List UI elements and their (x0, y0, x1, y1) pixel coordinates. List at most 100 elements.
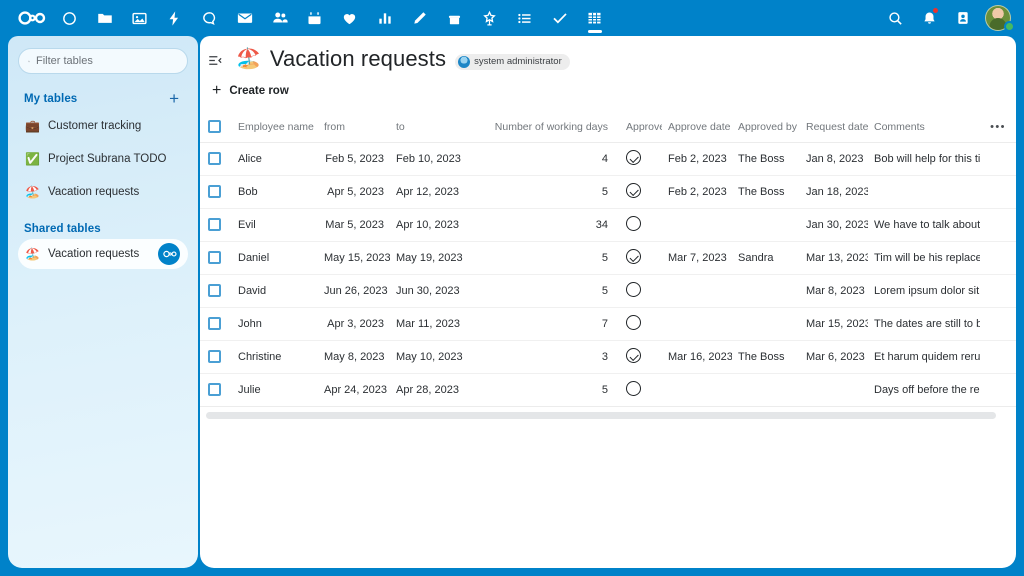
cell-from[interactable]: May 8, 2023 (318, 340, 390, 373)
approved-check-icon[interactable] (626, 348, 641, 363)
cell-from[interactable]: Apr 5, 2023 (318, 175, 390, 208)
cell-employee-name[interactable]: Christine (232, 340, 318, 373)
cell-approved-toggle[interactable] (614, 274, 662, 307)
cell-employee-name[interactable]: David (232, 274, 318, 307)
column-header-employee-name[interactable]: Employee name (232, 112, 318, 142)
cell-employee-name[interactable]: Bob (232, 175, 318, 208)
table-options-menu[interactable]: ••• (980, 112, 1016, 142)
cell-employee-name[interactable]: Daniel (232, 241, 318, 274)
app-tables[interactable] (577, 0, 612, 36)
create-table-button[interactable]: + (166, 90, 182, 107)
sidebar-item-project-subrana-todo[interactable]: ✅ Project Subrana TODO (18, 144, 188, 174)
app-analytics[interactable] (367, 0, 402, 36)
cell-approve-date[interactable] (662, 274, 732, 307)
cell-from[interactable]: Apr 24, 2023 (318, 373, 390, 406)
cell-from[interactable]: May 15, 2023 (318, 241, 390, 274)
select-all-checkbox[interactable] (208, 120, 221, 133)
cell-approve-date[interactable] (662, 373, 732, 406)
cell-working-days[interactable]: 5 (464, 175, 614, 208)
app-mail[interactable] (227, 0, 262, 36)
approved-empty-icon[interactable] (626, 381, 641, 396)
cell-approved-by[interactable] (732, 208, 800, 241)
cell-request-date[interactable] (800, 373, 868, 406)
column-header-request-date[interactable]: Request date (800, 112, 868, 142)
app-health[interactable] (332, 0, 367, 36)
cell-approved-toggle[interactable] (614, 307, 662, 340)
row-checkbox[interactable] (208, 218, 221, 231)
cell-to[interactable]: May 19, 2023 (390, 241, 464, 274)
cell-comments[interactable]: Tim will be his replacement (868, 241, 980, 274)
user-avatar[interactable] (982, 0, 1014, 36)
cell-approved-by[interactable]: The Boss (732, 175, 800, 208)
row-checkbox[interactable] (208, 152, 221, 165)
cell-comments[interactable]: We have to talk about that. (868, 208, 980, 241)
table-row[interactable]: AliceFeb 5, 2023Feb 10, 20234Feb 2, 2023… (200, 142, 1016, 175)
notifications-bell-icon[interactable] (912, 0, 946, 36)
row-select-checkbox[interactable] (200, 307, 232, 340)
cell-approved-toggle[interactable] (614, 340, 662, 373)
table-row[interactable]: JohnApr 3, 2023Mar 11, 20237Mar 15, 2023… (200, 307, 1016, 340)
cell-approve-date[interactable] (662, 208, 732, 241)
cell-to[interactable]: Apr 12, 2023 (390, 175, 464, 208)
cell-comments[interactable]: Days off before the release event (868, 373, 980, 406)
horizontal-scrollbar[interactable] (206, 412, 996, 419)
row-select-checkbox[interactable] (200, 208, 232, 241)
approved-check-icon[interactable] (626, 249, 641, 264)
table-row[interactable]: DanielMay 15, 2023May 19, 20235Mar 7, 20… (200, 241, 1016, 274)
approved-empty-icon[interactable] (626, 282, 641, 297)
cell-approved-by[interactable] (732, 373, 800, 406)
cell-working-days[interactable]: 7 (464, 307, 614, 340)
column-header-approve-date[interactable]: Approve date (662, 112, 732, 142)
cell-working-days[interactable]: 3 (464, 340, 614, 373)
sidebar-item-customer-tracking[interactable]: 💼 Customer tracking (18, 111, 188, 141)
cell-from[interactable]: Jun 26, 2023 (318, 274, 390, 307)
app-photos[interactable] (122, 0, 157, 36)
row-select-checkbox[interactable] (200, 373, 232, 406)
table-row[interactable]: BobApr 5, 2023Apr 12, 20235Feb 2, 2023Th… (200, 175, 1016, 208)
cell-approved-toggle[interactable] (614, 142, 662, 175)
cell-working-days[interactable]: 5 (464, 373, 614, 406)
cell-approved-toggle[interactable] (614, 241, 662, 274)
cell-employee-name[interactable]: John (232, 307, 318, 340)
cell-approved-by[interactable] (732, 307, 800, 340)
row-select-checkbox[interactable] (200, 175, 232, 208)
cell-approve-date[interactable]: Mar 16, 2023 (662, 340, 732, 373)
row-select-checkbox[interactable] (200, 274, 232, 307)
approved-check-icon[interactable] (626, 183, 641, 198)
nextcloud-logo[interactable] (10, 0, 52, 36)
cell-to[interactable]: Apr 10, 2023 (390, 208, 464, 241)
cell-request-date[interactable]: Mar 6, 2023 (800, 340, 868, 373)
cell-employee-name[interactable]: Julie (232, 373, 318, 406)
row-checkbox[interactable] (208, 350, 221, 363)
column-header-working-days[interactable]: Number of working days (464, 112, 614, 142)
table-row[interactable]: DavidJun 26, 2023Jun 30, 20235Mar 8, 202… (200, 274, 1016, 307)
row-checkbox[interactable] (208, 383, 221, 396)
app-cookbook[interactable] (437, 0, 472, 36)
create-row-button[interactable]: + Create row (212, 83, 289, 99)
row-checkbox[interactable] (208, 251, 221, 264)
cell-to[interactable]: Apr 28, 2023 (390, 373, 464, 406)
cell-request-date[interactable]: Mar 13, 2023 (800, 241, 868, 274)
contacts-menu-icon[interactable] (946, 0, 980, 36)
table-row[interactable]: JulieApr 24, 2023Apr 28, 20235 Days off b… (200, 373, 1016, 406)
cell-approve-date[interactable]: Feb 2, 2023 (662, 142, 732, 175)
search-input[interactable] (36, 55, 178, 67)
cell-request-date[interactable]: Mar 8, 2023 (800, 274, 868, 307)
cell-to[interactable]: May 10, 2023 (390, 340, 464, 373)
cell-approved-toggle[interactable] (614, 373, 662, 406)
app-tasks[interactable] (507, 0, 542, 36)
cell-employee-name[interactable]: Evil (232, 208, 318, 241)
sidebar-item-vacation-requests[interactable]: 🏖️ Vacation requests (18, 177, 188, 207)
app-calendar[interactable] (297, 0, 332, 36)
column-header-from[interactable]: from (318, 112, 390, 142)
cell-approved-by[interactable]: The Boss (732, 340, 800, 373)
column-header-approved-by[interactable]: Approved by (732, 112, 800, 142)
column-header-comments[interactable]: Comments (868, 112, 980, 142)
cell-to[interactable]: Feb 10, 2023 (390, 142, 464, 175)
cell-from[interactable]: Apr 3, 2023 (318, 307, 390, 340)
cell-request-date[interactable]: Mar 15, 2023 (800, 307, 868, 340)
app-activity[interactable] (157, 0, 192, 36)
row-select-checkbox[interactable] (200, 241, 232, 274)
cell-approved-toggle[interactable] (614, 175, 662, 208)
cell-request-date[interactable]: Jan 18, 2023 (800, 175, 868, 208)
